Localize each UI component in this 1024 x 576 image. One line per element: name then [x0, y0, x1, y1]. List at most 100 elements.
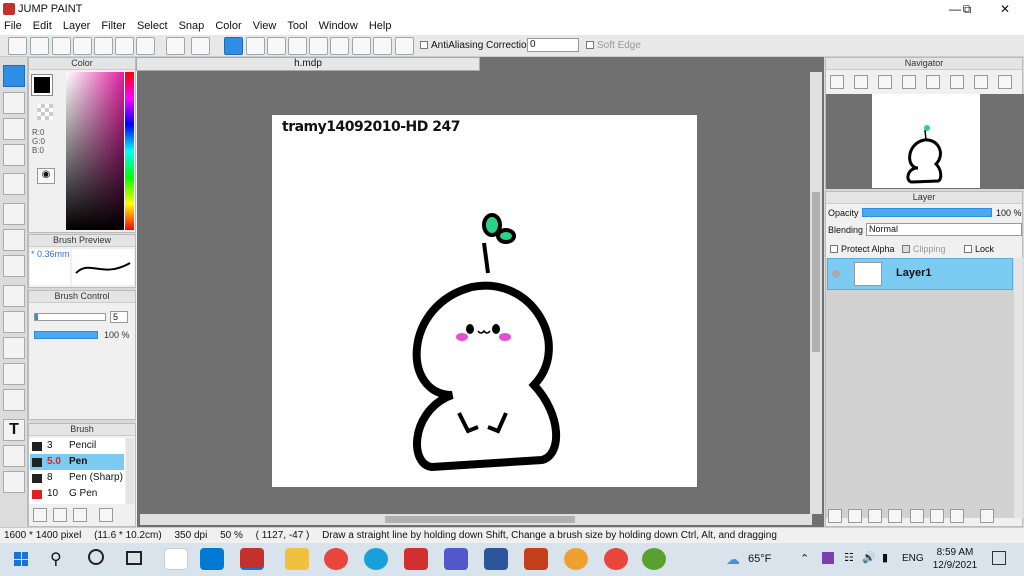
menu-view[interactable]: View — [249, 19, 281, 32]
halftone-layer-icon[interactable] — [888, 509, 902, 523]
office-icon[interactable] — [404, 548, 428, 570]
edge-icon[interactable] — [364, 548, 388, 570]
clock[interactable]: 8:59 AM 12/9/2021 — [932, 546, 978, 572]
duplicate-layer-icon[interactable] — [930, 509, 944, 523]
wifi-icon[interactable]: ☷ — [844, 551, 854, 564]
hue-slider[interactable] — [125, 72, 134, 230]
blending-select[interactable]: Normal — [866, 223, 1022, 236]
menu-file[interactable]: File — [0, 19, 26, 32]
zoom-reset-icon[interactable] — [902, 75, 916, 89]
brush-delete-icon[interactable] — [99, 508, 113, 522]
zoom-in-icon[interactable] — [830, 75, 844, 89]
menu-tool[interactable]: Tool — [283, 19, 311, 32]
snap-off-icon[interactable] — [224, 37, 243, 55]
comment-icon[interactable] — [52, 37, 71, 55]
curve-snap-icon[interactable] — [352, 37, 371, 55]
undo-icon[interactable] — [166, 37, 185, 55]
brush-size-slider[interactable] — [34, 313, 106, 321]
soft-edge-checkbox[interactable]: Soft Edge — [586, 40, 641, 51]
menu-filter[interactable]: Filter — [97, 19, 129, 32]
menu-color[interactable]: Color — [211, 19, 245, 32]
fit-icon[interactable] — [878, 75, 892, 89]
app-green-icon[interactable] — [642, 548, 666, 570]
menu-window[interactable]: Window — [315, 19, 362, 32]
brush-item-pen[interactable]: 5.0 Pen — [30, 454, 124, 470]
select-rect-tool-icon[interactable] — [3, 285, 25, 307]
file-explorer-icon[interactable] — [285, 548, 309, 570]
menu-layer[interactable]: Layer — [59, 19, 95, 32]
canvas-paper[interactable]: tramy14092010-HD 247 — [272, 115, 697, 487]
layer-row[interactable]: Layer1 — [827, 258, 1013, 290]
canvas-horizontal-scrollbar[interactable] — [140, 514, 812, 525]
perspective-snap-icon[interactable] — [288, 37, 307, 55]
powerpoint-icon[interactable] — [524, 548, 548, 570]
brush-item-pen-sharp[interactable]: 8 Pen (Sharp) — [30, 470, 124, 486]
circle-snap-icon[interactable] — [330, 37, 349, 55]
navigator-view[interactable] — [826, 94, 1024, 189]
visibility-icon[interactable] — [832, 270, 840, 278]
fill-rect-tool-icon[interactable] — [3, 203, 25, 225]
lock-checkbox[interactable]: Lock — [964, 244, 994, 254]
select-eraser-tool-icon[interactable] — [3, 389, 25, 411]
rotate-right-icon[interactable] — [974, 75, 988, 89]
redo-icon[interactable] — [191, 37, 210, 55]
magic-wand-tool-icon[interactable] — [3, 337, 25, 359]
layer-opacity-slider[interactable] — [862, 208, 992, 217]
layout-icon[interactable] — [115, 37, 134, 55]
start-icon[interactable] — [14, 552, 28, 566]
palette-icon[interactable]: ◉ — [37, 168, 55, 184]
brush-item-pencil[interactable]: 3 Pencil — [30, 438, 124, 454]
hand-tool-icon[interactable] — [3, 445, 25, 467]
eraser-tool-icon[interactable] — [3, 92, 25, 114]
grid-icon[interactable] — [136, 37, 155, 55]
rotate-reset-icon[interactable] — [950, 75, 964, 89]
select-ellipse-tool-icon[interactable] — [3, 311, 25, 333]
gradient-tool-icon[interactable] — [3, 255, 25, 277]
document-tab[interactable]: h.mdp — [136, 57, 480, 71]
layer-list-scrollbar[interactable] — [1014, 258, 1023, 518]
menu-help[interactable]: Help — [365, 19, 396, 32]
language-indicator[interactable]: ENG — [902, 553, 924, 564]
canvas-vertical-scrollbar[interactable] — [810, 72, 822, 514]
notifications-icon[interactable] — [992, 551, 1006, 565]
brush-size-input[interactable]: 5 — [110, 311, 128, 323]
share-icon[interactable] — [30, 37, 49, 55]
weather-temp[interactable]: 65°F — [748, 553, 771, 565]
menu-select[interactable]: Select — [133, 19, 172, 32]
rectangle-tool-icon[interactable] — [3, 118, 25, 140]
speaker-icon[interactable]: 🔊 — [862, 551, 876, 564]
cortana-icon[interactable] — [88, 549, 104, 565]
brush-list-scrollbar[interactable] — [126, 438, 134, 504]
bucket-tool-icon[interactable] — [3, 229, 25, 251]
menu-snap[interactable]: Snap — [175, 19, 209, 32]
brush-settings-icon[interactable] — [33, 508, 47, 522]
folder-icon[interactable] — [910, 509, 924, 523]
brush-tool-icon[interactable] — [3, 65, 25, 87]
radial-snap-icon[interactable] — [309, 37, 328, 55]
color-sv-picker[interactable] — [66, 72, 124, 230]
select-pen-tool-icon[interactable] — [3, 363, 25, 385]
brush-item-g-pen[interactable]: 10 G Pen — [30, 486, 124, 502]
maximize-button[interactable]: ⧉ — [950, 0, 984, 19]
text-tool-icon[interactable]: T — [3, 419, 25, 441]
antialiasing-checkbox[interactable]: AntiAliasing — [420, 40, 483, 51]
grid-snap-icon[interactable] — [267, 37, 286, 55]
parallel-snap-icon[interactable] — [246, 37, 265, 55]
new-layer-8bit-icon[interactable] — [848, 509, 862, 523]
chrome-icon[interactable] — [164, 548, 188, 570]
task-view-icon[interactable] — [126, 551, 142, 565]
jump-paint-taskbar-icon[interactable] — [240, 548, 264, 570]
brush-new-icon[interactable] — [53, 508, 67, 522]
chat-icon[interactable] — [73, 37, 92, 55]
eyedropper-tool-icon[interactable] — [3, 471, 25, 493]
search-icon[interactable]: ⚲ — [50, 549, 62, 569]
ellipse-snap-icon[interactable] — [373, 37, 392, 55]
brush-opacity-slider[interactable] — [34, 331, 98, 339]
cloud-icon[interactable] — [8, 37, 27, 55]
store-icon[interactable] — [200, 548, 224, 570]
tray-app-icon[interactable] — [822, 552, 834, 564]
protect-alpha-checkbox[interactable]: Protect Alpha — [830, 244, 895, 254]
new-layer-1bit-icon[interactable] — [868, 509, 882, 523]
clipping-checkbox[interactable]: Clipping — [902, 244, 946, 254]
chrome-badge-icon[interactable] — [604, 548, 628, 570]
